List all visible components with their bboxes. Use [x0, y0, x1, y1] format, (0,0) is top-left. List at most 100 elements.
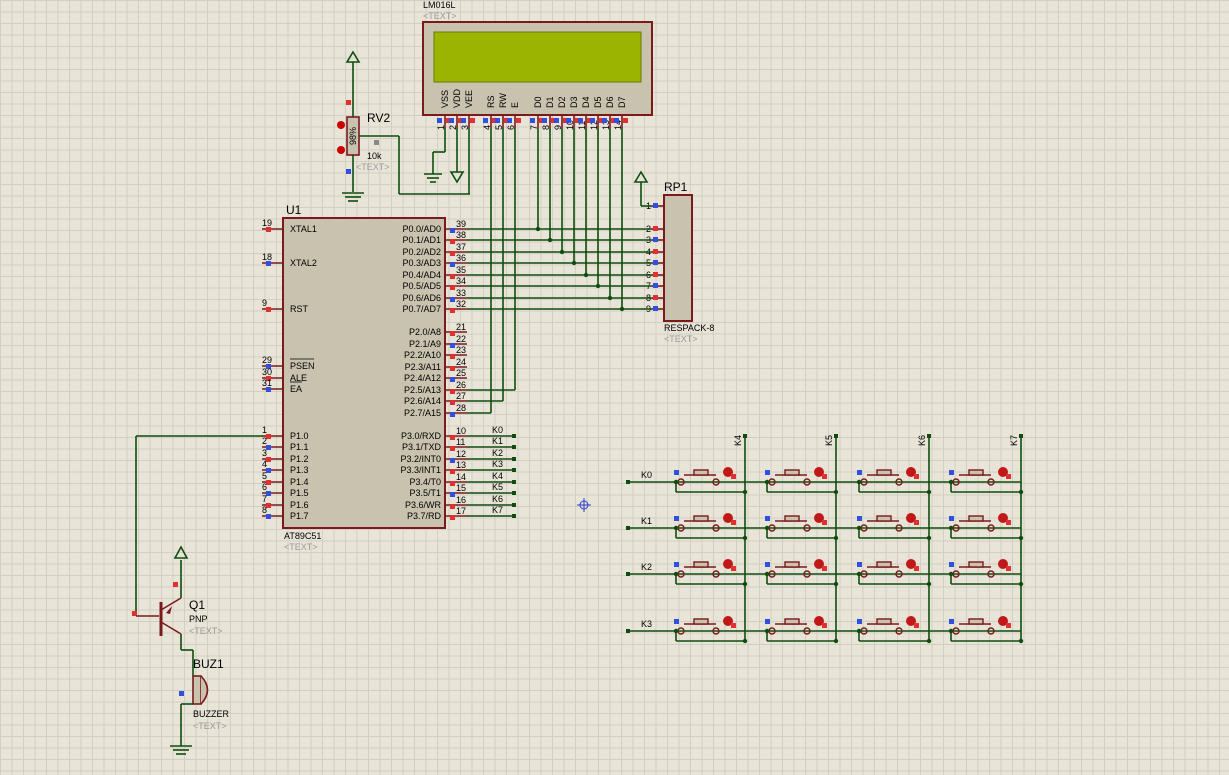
bus-wires: [467, 128, 652, 414]
pin-marker: [578, 118, 583, 123]
junction-dot: [619, 306, 625, 312]
mcu-pin-label: P2.2/A10: [404, 350, 441, 360]
net-terminal: [512, 457, 516, 461]
schematic-svg: LM016L <TEXT> VSS 1 VDD 2 VEE 3 RS 4 RW 5 E 6 D0 7 D1 8…: [132, 0, 1024, 755]
lcd-pin-label: D4: [581, 96, 591, 108]
pin-marker: [450, 251, 455, 256]
transistor-ref-label: Q1: [189, 598, 205, 612]
net-terminal: [512, 434, 516, 438]
pin-marker: [566, 118, 571, 123]
pin-marker: [949, 562, 954, 567]
mcu-pin-label: XTAL2: [290, 258, 317, 268]
pot-terminal: [337, 146, 345, 154]
junction-dot: [547, 237, 553, 243]
mcu-pin-label: P2.3/A11: [405, 362, 441, 372]
pin-marker: [674, 619, 679, 624]
mcu-pin-label: RST: [290, 304, 309, 314]
net-terminal: [512, 480, 516, 484]
keypad-row-label: K2: [641, 562, 652, 572]
pin-marker: [450, 492, 455, 497]
net-terminal: [743, 434, 747, 438]
pin-marker: [1006, 566, 1011, 571]
pot-body-label: 98%: [348, 127, 358, 145]
pin-marker: [450, 412, 455, 417]
pin-marker: [914, 566, 919, 571]
rpack-pins: 123456789: [646, 201, 664, 314]
pin-marker: [554, 118, 559, 123]
pin-marker: [516, 118, 521, 123]
mcu-pin-label: P0.4/AD4: [402, 270, 441, 280]
port3-net-label: K3: [492, 459, 503, 469]
lcd-pin-label: RW: [498, 93, 508, 108]
pin-marker: [765, 470, 770, 475]
pin-marker: [857, 470, 862, 475]
pin-marker: [653, 237, 658, 242]
net-terminal: [1019, 434, 1023, 438]
pin-marker: [530, 118, 535, 123]
port3-net-labels: K0K1 K2K3 K4K5 K6K7: [467, 425, 516, 518]
pin-marker: [765, 516, 770, 521]
buzzer-text-hint: <TEXT>: [193, 721, 227, 731]
schematic-canvas[interactable]: LM016L <TEXT> VSS 1 VDD 2 VEE 3 RS 4 RW 5 E 6 D0 7 D1 8…: [0, 0, 1229, 775]
resistor-pack-rp1[interactable]: RP1 123456789 RESPACK-8 <TEXT>: [633, 170, 714, 344]
lcd-module[interactable]: LM016L <TEXT> VSS1VDD2VEE3RS4RW5E6D07D18…: [422, 0, 653, 130]
mcu-pin-number: 28: [456, 403, 466, 413]
mcu-pin-number: 3: [262, 448, 267, 458]
pin-marker: [590, 118, 595, 123]
mcu-pin-label: P0.5/AD5: [402, 281, 441, 291]
mcu-pin-label: P0.3/AD3: [402, 258, 441, 268]
mcu-pin-number: 17: [456, 506, 466, 516]
pin-marker: [653, 249, 658, 254]
mcu-pin-number: 7: [262, 494, 267, 504]
pin-marker: [822, 623, 827, 628]
mcu-pin-number: 14: [456, 472, 466, 482]
lcd-pin-label: VDD: [452, 88, 462, 108]
pin-marker: [450, 262, 455, 267]
mcu-part-label: AT89C51: [284, 531, 321, 541]
pin-marker: [483, 118, 488, 123]
pin-marker: [450, 435, 455, 440]
pin-marker: [765, 562, 770, 567]
mcu-pin-number: 12: [456, 449, 466, 459]
mcu-pin-label: P3.4/T0: [409, 477, 441, 487]
pin-marker: [653, 283, 658, 288]
buzzer-ref-label: BUZ1: [193, 657, 224, 671]
mcu-pin-label: XTAL1: [290, 224, 317, 234]
mcu-pin-number: 9: [262, 298, 267, 308]
pin-marker: [507, 118, 512, 123]
pin-marker: [614, 118, 619, 123]
mcu-pin-label: P2.0/A8: [409, 327, 441, 337]
keypad-row-label: K3: [641, 619, 652, 629]
transistor-part-label: PNP: [189, 614, 208, 624]
mcu-pin-label: P0.0/AD0: [402, 224, 441, 234]
pin-marker: [822, 474, 827, 479]
buzzer-buz1[interactable]: BUZ1 BUZZER <TEXT>: [170, 657, 230, 755]
pot-terminal: [337, 121, 345, 129]
pin-marker: [1006, 623, 1011, 628]
keypad-matrix[interactable]: K0 K1 K2 K3 K4 K5 K6 K7: [626, 434, 1024, 644]
mcu-pin-number: 25: [456, 368, 466, 378]
pin-marker: [346, 169, 351, 174]
mcu-pin-number: 34: [456, 276, 466, 286]
pin-marker: [470, 118, 475, 123]
pin-marker: [450, 308, 455, 313]
mcu-pin-number: 22: [456, 334, 466, 344]
pin-marker: [374, 140, 379, 145]
microcontroller-u1[interactable]: U1 19 XTAL1 18 XTAL2 9 RST 29 PSEN 30 ALE 31 EA 1 P1.…: [262, 203, 467, 552]
pin-marker: [653, 260, 658, 265]
pin-marker: [495, 118, 500, 123]
pin-marker: [731, 474, 736, 479]
crosshair-cursor-icon: [577, 498, 591, 512]
mcu-pin-label: P0.7/AD7: [402, 304, 441, 314]
port3-net-label: K6: [492, 494, 503, 504]
pin-marker: [450, 400, 455, 405]
lcd-pin-label: D5: [593, 96, 603, 108]
rpack-part-label: RESPACK-8: [664, 323, 714, 333]
transistor-q1[interactable]: Q1 PNP <TEXT>: [132, 435, 263, 676]
port3-net-label: K0: [492, 425, 503, 435]
net-terminal: [927, 434, 931, 438]
port3-net-label: K4: [492, 471, 503, 481]
pin-marker: [857, 619, 862, 624]
ground-arrow-icon: [449, 171, 465, 184]
mcu-pin-number: 2: [262, 436, 267, 446]
